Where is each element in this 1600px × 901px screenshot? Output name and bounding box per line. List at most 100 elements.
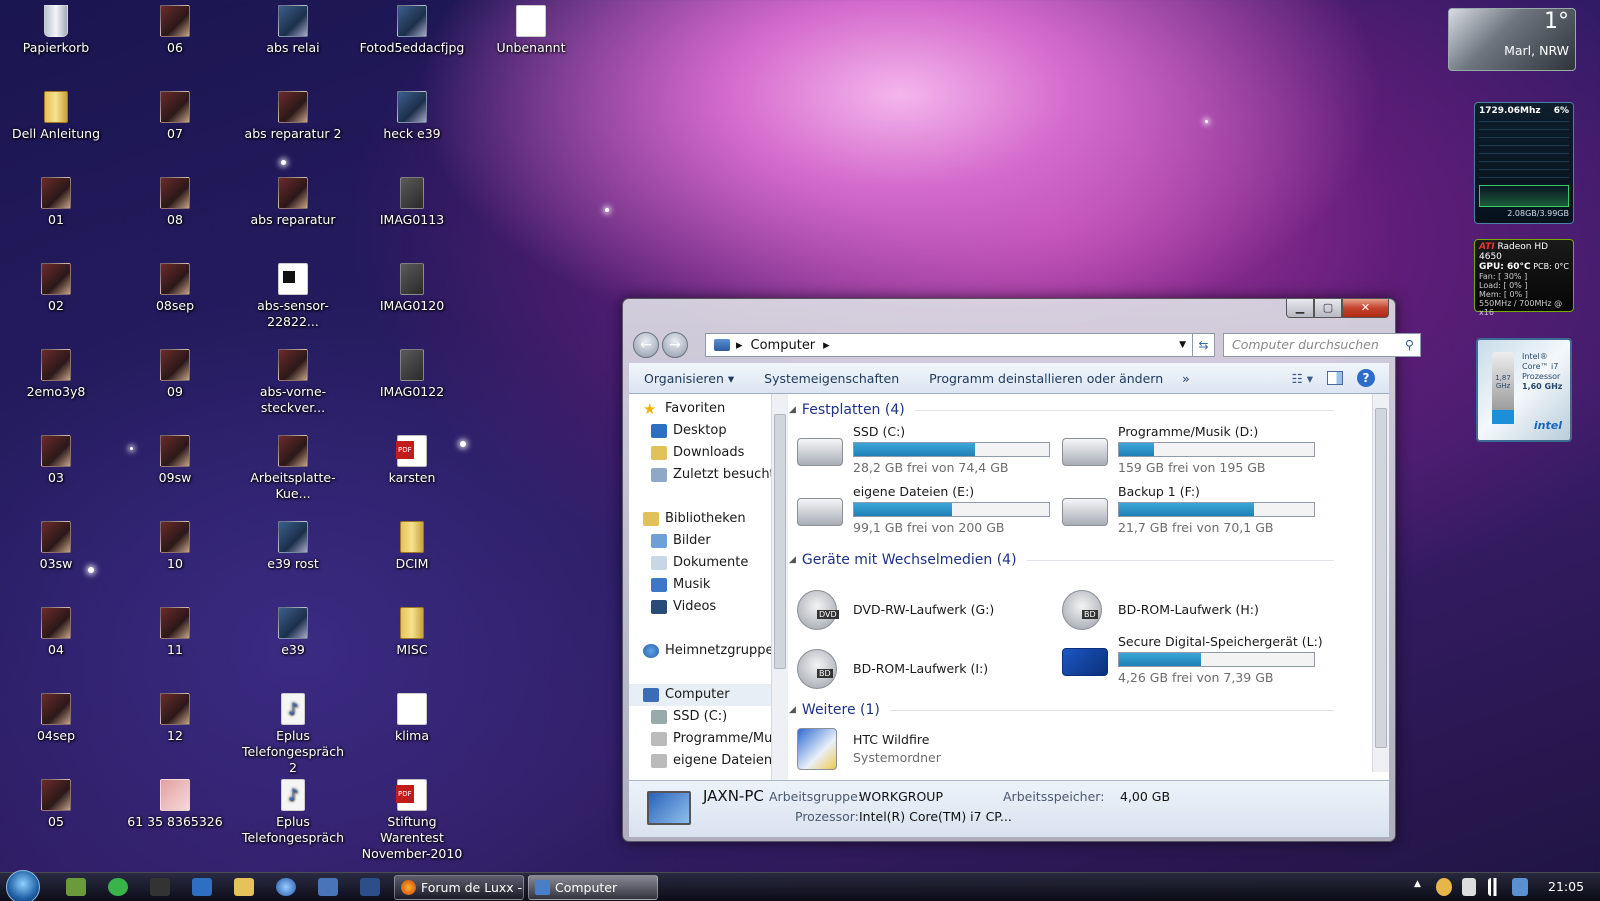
clock[interactable]: 21:05 [1548, 879, 1584, 894]
uninstall-program-button[interactable]: Programm deinstallieren oder ändern [914, 371, 1178, 386]
desktop-icon[interactable]: 61 35 8365326 [120, 779, 230, 830]
drive-h[interactable]: BD BD-ROM-Laufwerk (H:) [1062, 584, 1322, 640]
nav-libraries[interactable]: Bibliotheken [643, 508, 746, 530]
desktop-icon[interactable]: Fotod5eddacfjpg [357, 5, 467, 56]
quicklaunch-icon[interactable] [276, 878, 296, 896]
desktop-icon[interactable]: Dell Anleitung [1, 91, 111, 142]
desktop-icon[interactable]: 10 [120, 521, 230, 572]
nav-music[interactable]: Musik [651, 574, 710, 596]
address-bar[interactable]: ▸ Computer ▸ ▼ [705, 333, 1193, 357]
nav-recent[interactable]: Zuletzt besucht [651, 464, 771, 486]
minimize-button[interactable]: ▁ [1286, 299, 1314, 318]
close-button[interactable]: ✕ [1342, 299, 1389, 318]
preview-pane-icon[interactable] [1327, 371, 1343, 385]
nav-favorites[interactable]: ★ Favoriten [643, 398, 725, 420]
maximize-button[interactable]: ▢ [1314, 299, 1342, 318]
organize-menu[interactable]: Organisieren ▾ [629, 371, 749, 386]
nav-scrollbar[interactable] [771, 394, 788, 780]
nav-homegroup[interactable]: Heimnetzgruppe [643, 640, 771, 662]
group-header-removable[interactable]: ◢ Geräte mit Wechselmedien (4) [789, 552, 1334, 568]
desktop-icon[interactable]: ♪ Eplus Telefongespräch [238, 779, 348, 846]
desktop-icon[interactable]: ♪ Eplus Telefongespräch 2 [238, 693, 348, 776]
desktop-icon[interactable]: 04 [1, 607, 111, 658]
search-icon[interactable]: ⚲ [1405, 334, 1414, 356]
desktop-icon[interactable]: IMAG0113 [357, 177, 467, 228]
desktop-icon[interactable]: abs-vorne-steckver... [238, 349, 348, 416]
htc-wildfire-item[interactable]: HTC Wildfire Systemordner [797, 728, 1057, 784]
desktop-icon[interactable]: 04sep [1, 693, 111, 744]
drive-tile[interactable]: Programme/Musik (D:) 159 GB frei von 195 … [1062, 424, 1322, 480]
desktop-icon[interactable]: Stiftung Warentest November-2010 [357, 779, 467, 862]
address-dropdown-icon[interactable]: ▼ [1179, 340, 1186, 350]
collapse-icon[interactable]: ◢ [789, 405, 796, 415]
quicklaunch-icon[interactable] [108, 878, 128, 896]
quicklaunch-icon[interactable] [318, 878, 338, 896]
drive-tile[interactable]: eigene Dateien (E:) 99,1 GB frei von 200 … [797, 484, 1057, 540]
nav-drive-d[interactable]: Programme/Musi [651, 728, 771, 750]
collapse-icon[interactable]: ◢ [789, 555, 796, 565]
desktop-icon[interactable]: karsten [357, 435, 467, 486]
tray-icon[interactable] [1462, 878, 1476, 896]
search-input[interactable]: Computer durchsuchen ⚲ [1223, 333, 1421, 357]
tray-icon[interactable] [1436, 878, 1452, 896]
drive-l[interactable]: Secure Digital-Speichergerät (L:) 4,26 G… [1062, 634, 1323, 690]
nav-computer[interactable]: Computer [629, 684, 771, 706]
desktop-icon[interactable]: DCIM [357, 521, 467, 572]
desktop-icon[interactable]: 01 [1, 177, 111, 228]
view-options-icon[interactable]: ☷ ▾ [1292, 371, 1313, 386]
desktop-icon[interactable]: e39 [238, 607, 348, 658]
save-icon[interactable] [360, 878, 380, 896]
desktop-icon[interactable]: 11 [120, 607, 230, 658]
more-commands-button[interactable]: » [1178, 371, 1194, 386]
refresh-button[interactable]: ⇆ [1193, 333, 1215, 357]
nav-drive-c[interactable]: SSD (C:) [651, 706, 727, 728]
quicklaunch-icon[interactable] [150, 878, 170, 896]
desktop-icon[interactable]: 2emo3y8 [1, 349, 111, 400]
desktop-icon[interactable]: 05 [1, 779, 111, 830]
desktop-icon[interactable]: 12 [120, 693, 230, 744]
desktop-icon[interactable]: 03sw [1, 521, 111, 572]
nav-pictures[interactable]: Bilder [651, 530, 711, 552]
group-header-other[interactable]: ◢ Weitere (1) [789, 702, 1334, 718]
nav-documents[interactable]: Dokumente [651, 552, 748, 574]
taskbar-firefox[interactable]: Forum de Luxx -... [394, 875, 524, 900]
desktop-icon[interactable]: abs-sensor-22822... [238, 263, 348, 330]
desktop-icon[interactable]: 02 [1, 263, 111, 314]
tray-icon[interactable] [1512, 878, 1528, 896]
desktop-icon[interactable]: abs reparatur [238, 177, 348, 228]
cpu-meter-gadget[interactable]: 1729.06Mhz 6% 2.08GB/3.99GB [1474, 102, 1574, 224]
desktop-icon[interactable]: 09 [120, 349, 230, 400]
network-icon[interactable] [1488, 878, 1502, 896]
quicklaunch-icon[interactable] [66, 878, 86, 896]
content-scrollbar[interactable] [1372, 394, 1389, 772]
desktop-icon[interactable]: IMAG0120 [357, 263, 467, 314]
nav-downloads[interactable]: Downloads [651, 442, 744, 464]
gpu-gadget[interactable]: ATI Radeon HD 4650 GPU: 60°C PCB: 0°C Fa… [1474, 239, 1574, 317]
intel-cpu-gadget[interactable]: 1,87 GHz Intel® Core™ i7 Prozessor 1,60 … [1476, 338, 1572, 442]
system-properties-button[interactable]: Systemeigenschaften [749, 371, 914, 386]
desktop-icon[interactable]: Arbeitsplatte-Kue... [238, 435, 348, 502]
desktop-icon[interactable]: 03 [1, 435, 111, 486]
quicklaunch-icon[interactable] [192, 878, 212, 896]
forward-button[interactable]: → [662, 332, 688, 358]
desktop-icon[interactable]: IMAG0122 [357, 349, 467, 400]
desktop-icon[interactable]: abs reparatur 2 [238, 91, 348, 142]
desktop-icon[interactable]: MISC [357, 607, 467, 658]
desktop-icon[interactable]: 07 [120, 91, 230, 142]
drive-tile[interactable]: Backup 1 (F:) 21,7 GB frei von 70,1 GB [1062, 484, 1322, 540]
explorer-window[interactable]: ▁ ▢ ✕ ← → ▸ Computer ▸ ▼ ⇆ Computer durc… [622, 298, 1421, 842]
nav-videos[interactable]: Videos [651, 596, 716, 618]
group-header-hdd[interactable]: ◢ Festplatten (4) [789, 402, 1334, 418]
desktop-icon[interactable]: e39 rost [238, 521, 348, 572]
nav-drive-e[interactable]: eigene Dateien (E [651, 750, 771, 772]
back-button[interactable]: ← [633, 332, 659, 358]
start-button[interactable] [6, 870, 40, 901]
folder-icon[interactable] [234, 878, 254, 896]
desktop-icon[interactable]: Unbenannt [476, 5, 586, 56]
drive-i[interactable]: BD BD-ROM-Laufwerk (I:) [797, 643, 1057, 699]
taskbar-computer[interactable]: Computer [528, 875, 658, 900]
desktop-icon[interactable]: abs relai [238, 5, 348, 56]
collapse-icon[interactable]: ◢ [789, 705, 796, 715]
desktop-icon[interactable]: Papierkorb [1, 5, 111, 56]
nav-desktop[interactable]: Desktop [651, 420, 727, 442]
